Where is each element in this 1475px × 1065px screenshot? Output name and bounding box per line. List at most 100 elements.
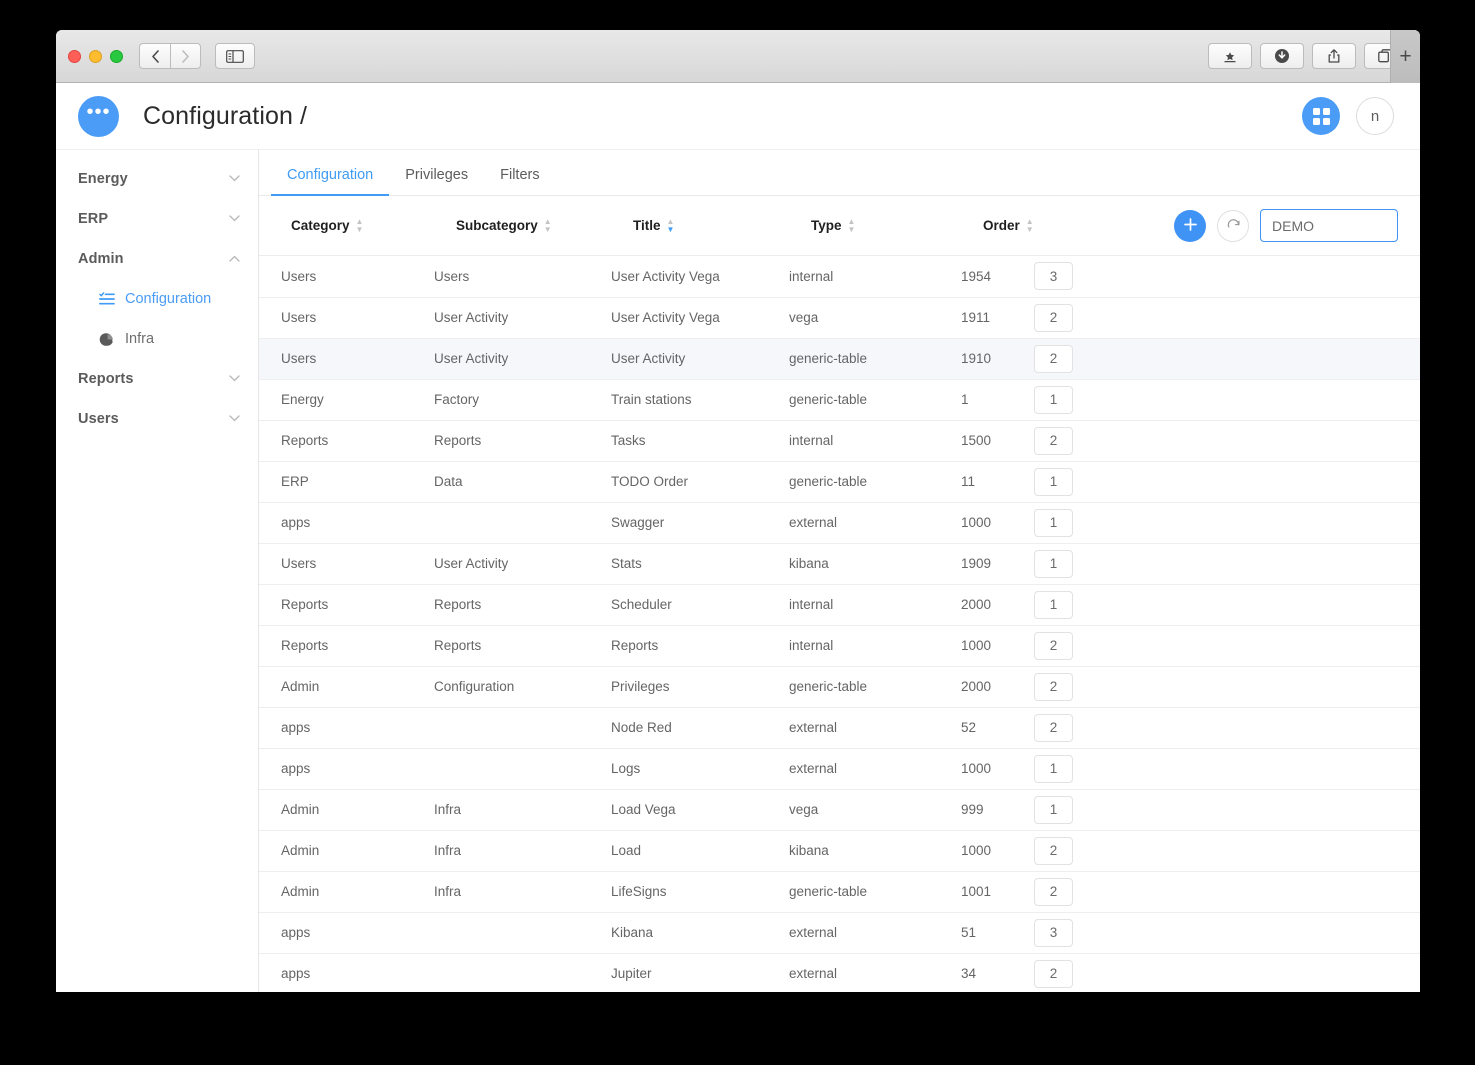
sidebar-item-users[interactable]: Users	[56, 399, 258, 439]
order-number-input[interactable]	[1034, 262, 1073, 291]
cell-subcategory: Data	[434, 474, 463, 489]
table-row[interactable]: apps Kibana external 51	[259, 912, 1420, 953]
sort-icon[interactable]: ▲ ▼	[1026, 218, 1034, 234]
table-row[interactable]: Users User Activity Stats kibana 1909	[259, 543, 1420, 584]
download-button[interactable]	[1260, 43, 1304, 69]
chrome-right-buttons: +	[1208, 30, 1420, 83]
cell-category: Energy	[281, 392, 324, 407]
cell-subcategory: Reports	[434, 433, 482, 448]
column-header-category[interactable]: Category ▲ ▼	[281, 218, 456, 234]
minimize-window-button[interactable]	[89, 49, 102, 63]
table-row[interactable]: apps Jupiter external 34	[259, 953, 1420, 992]
share-icon	[1328, 49, 1340, 63]
cell-title: Stats	[611, 556, 642, 571]
order-number-input[interactable]	[1034, 672, 1073, 701]
tab-filters[interactable]: Filters	[484, 167, 555, 195]
cell-title: Jupiter	[611, 966, 652, 981]
app-logo[interactable]: •••	[78, 95, 119, 137]
order-number-input[interactable]	[1034, 344, 1073, 373]
table-row[interactable]: Reports Reports Scheduler internal 2000	[259, 584, 1420, 625]
order-number-input[interactable]	[1034, 754, 1073, 783]
order-number-input[interactable]	[1034, 877, 1073, 906]
search-input[interactable]	[1260, 209, 1398, 242]
cell-order: 2000	[961, 679, 992, 694]
tab-configuration[interactable]: Configuration	[271, 167, 390, 196]
table-row[interactable]: Users Users User Activity Vega internal 1954	[259, 256, 1420, 297]
order-number-input[interactable]	[1034, 303, 1073, 332]
cell-type: external	[789, 720, 838, 735]
cell-type: external	[789, 761, 838, 776]
sidebar-toggle-button[interactable]	[215, 43, 255, 69]
order-number-input[interactable]	[1034, 713, 1073, 742]
cell-order: 1000	[961, 515, 992, 530]
refresh-button[interactable]	[1217, 209, 1249, 242]
table-row[interactable]: Admin Infra Load kibana 1000	[259, 830, 1420, 871]
table-row[interactable]: apps Node Red external 52	[259, 707, 1420, 748]
header-actions: n	[1302, 97, 1394, 135]
table-row[interactable]: Reports Reports Tasks internal 1500	[259, 420, 1420, 461]
cell-type: vega	[789, 310, 819, 325]
cell-title: Train stations	[611, 392, 692, 407]
add-row-button[interactable]	[1174, 209, 1206, 242]
sort-icon[interactable]: ▲ ▼	[848, 218, 856, 234]
pie-chart-icon	[98, 331, 115, 348]
config-table-wrapper[interactable]: Users Users User Activity Vega internal 1954…	[259, 256, 1420, 992]
table-row[interactable]: Energy Factory Train stations generic-table…	[259, 379, 1420, 420]
order-number-input[interactable]	[1034, 631, 1073, 660]
back-button[interactable]	[139, 43, 170, 69]
cell-subcategory: Configuration	[434, 679, 515, 694]
forward-button[interactable]	[170, 43, 201, 69]
table-row[interactable]: Users User Activity User Activity generic-t…	[259, 338, 1420, 379]
sidebar-label: Infra	[125, 331, 155, 347]
order-number-input[interactable]	[1034, 385, 1073, 414]
sidebar-item-erp[interactable]: ERP	[56, 199, 258, 239]
cell-subcategory: User Activity	[434, 351, 509, 366]
order-number-input[interactable]	[1034, 959, 1073, 988]
new-tab-button[interactable]: +	[1390, 30, 1420, 83]
avatar[interactable]: n	[1356, 97, 1394, 135]
order-number-input[interactable]	[1034, 918, 1073, 947]
column-header-type[interactable]: Type ▲ ▼	[811, 218, 983, 234]
sidebar-item-energy[interactable]: Energy	[56, 159, 258, 199]
sidebar-item-configuration[interactable]: Configuration	[56, 279, 258, 319]
cell-subcategory: User Activity	[434, 556, 509, 571]
cell-category: Reports	[281, 597, 329, 612]
column-header-title[interactable]: Title ▲ ▼	[633, 218, 811, 234]
sidebar-label: Configuration	[125, 291, 212, 307]
column-label: Category	[291, 218, 350, 233]
order-number-input[interactable]	[1034, 590, 1073, 619]
sidebar-item-reports[interactable]: Reports	[56, 359, 258, 399]
tab-privileges[interactable]: Privileges	[389, 167, 484, 195]
share-button[interactable]	[1312, 43, 1356, 69]
order-number-input[interactable]	[1034, 795, 1073, 824]
bookmark-button[interactable]	[1208, 43, 1252, 69]
sidebar-item-infra[interactable]: Infra	[56, 319, 258, 359]
order-number-input[interactable]	[1034, 836, 1073, 865]
cell-type: internal	[789, 638, 834, 653]
maximize-window-button[interactable]	[110, 49, 123, 63]
table-row[interactable]: Admin Infra Load Vega vega 999	[259, 789, 1420, 830]
sidebar-item-admin[interactable]: Admin	[56, 239, 258, 279]
sort-icon-active[interactable]: ▲ ▼	[667, 218, 675, 234]
cell-order: 1	[961, 392, 969, 407]
sort-icon[interactable]: ▲ ▼	[356, 218, 364, 234]
window-traffic-lights	[68, 49, 123, 63]
table-row[interactable]: Users User Activity User Activity Vega vega…	[259, 297, 1420, 338]
close-window-button[interactable]	[68, 49, 81, 63]
list-config-icon	[98, 291, 115, 308]
chevron-down-icon	[229, 174, 240, 185]
column-header-order[interactable]: Order ▲ ▼	[983, 218, 1123, 234]
table-row[interactable]: apps Logs external 1000	[259, 748, 1420, 789]
order-number-input[interactable]	[1034, 426, 1073, 455]
table-row[interactable]: ReportsReportsReportsinternal1000W	[259, 625, 1420, 666]
order-number-input[interactable]	[1034, 508, 1073, 537]
table-row[interactable]: apps Swagger external 1000	[259, 502, 1420, 543]
table-row[interactable]: ERP Data TODO Order generic-table 11	[259, 461, 1420, 502]
apps-grid-button[interactable]	[1302, 97, 1340, 135]
table-row[interactable]: Admin Infra LifeSigns generic-table 1001	[259, 871, 1420, 912]
column-header-subcategory[interactable]: Subcategory ▲ ▼	[456, 218, 633, 234]
table-row[interactable]: Admin Configuration Privileges generic-tabl…	[259, 666, 1420, 707]
order-number-input[interactable]	[1034, 549, 1073, 578]
order-number-input[interactable]	[1034, 467, 1073, 496]
sort-icon[interactable]: ▲ ▼	[544, 218, 552, 234]
